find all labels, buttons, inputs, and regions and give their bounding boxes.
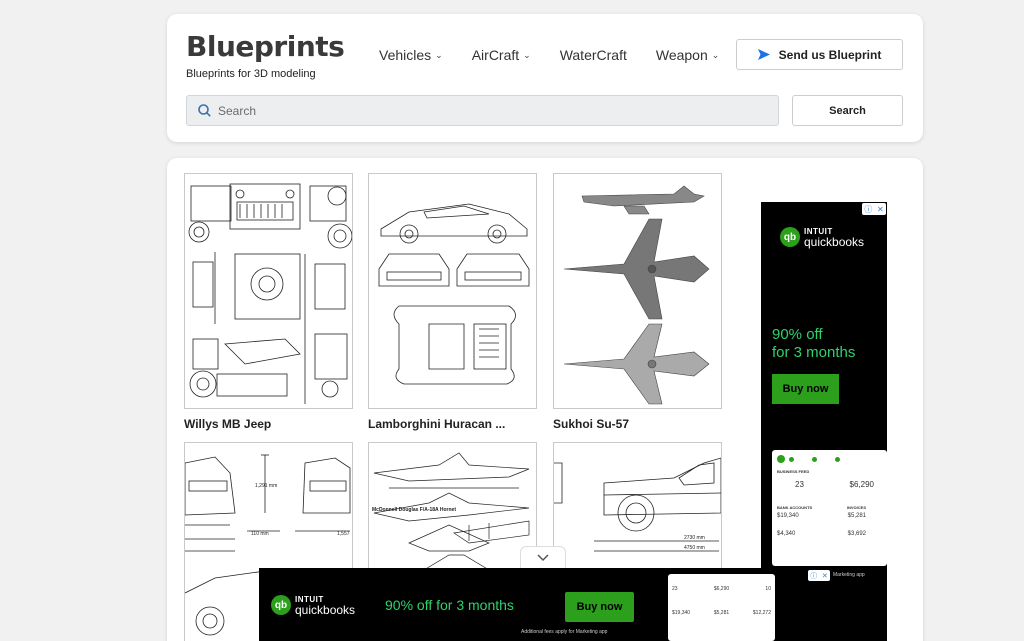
- quickbooks-logo-icon: qb: [780, 227, 800, 247]
- chevron-down-icon: ⌄: [523, 49, 531, 60]
- site-title[interactable]: Blueprints: [186, 30, 345, 64]
- tab-dot: [789, 457, 794, 462]
- ad-offer-text: 90% off for 3 months: [772, 326, 855, 362]
- info-icon: ⓘ: [810, 572, 818, 580]
- close-icon: ✕: [876, 204, 884, 214]
- tab-dot: [835, 457, 840, 462]
- bottom-advertisement[interactable]: ⓘ ✕ qb INTUIT quickbooks 90% off for 3 mo…: [259, 568, 831, 641]
- search-button[interactable]: Search: [792, 95, 903, 126]
- dashboard-count: 23: [795, 480, 804, 489]
- ad-offer-line2: for 3 months: [772, 344, 856, 361]
- drawing-title: McDonnell Douglas F/A-18A Hornet: [372, 507, 456, 513]
- qb-mark: qb: [274, 599, 288, 611]
- bank-value: $4,340: [777, 531, 796, 537]
- dimension-label: 2730 mm: [684, 535, 705, 541]
- ad-offer-text: 90% off for 3 months: [385, 597, 514, 613]
- dimension-label: 4750 mm: [684, 545, 705, 551]
- nav-vehicles[interactable]: Vehicles ⌄: [379, 46, 443, 64]
- dimension-label: 110 mm: [251, 531, 269, 537]
- dimension-label: 1,557: [337, 531, 350, 537]
- site-subtitle: Blueprints for 3D modeling: [186, 68, 316, 80]
- nav-aircraft-label: AirCraft: [471, 47, 520, 63]
- search-icon: [198, 104, 211, 117]
- nav-watercraft[interactable]: WaterCraft: [560, 46, 627, 64]
- chevron-down-icon: ⌄: [435, 49, 443, 60]
- search-input[interactable]: [218, 103, 758, 118]
- dashboard-value: 10: [765, 586, 771, 592]
- qb-mark: qb: [783, 231, 797, 243]
- ad-dashboard-preview: 23 $6,290 10 $19,340 $5,281 $12,272: [668, 574, 775, 641]
- dashboard-value: 23: [672, 586, 678, 592]
- ad-choices-badge[interactable]: ⓘ ✕: [862, 203, 886, 215]
- ad-offer-line1: 90% off: [772, 326, 823, 343]
- quickbooks-logo-icon: [777, 455, 785, 463]
- blueprint-title[interactable]: Sukhoi Su-57: [553, 417, 629, 431]
- main-nav: Vehicles ⌄ AirCraft ⌄ WaterCraft Weapon …: [379, 46, 748, 64]
- tab-dot: [812, 457, 817, 462]
- send-icon: [757, 49, 770, 60]
- nav-weapon[interactable]: Weapon ⌄: [656, 46, 719, 64]
- buy-now-button[interactable]: Buy now: [772, 374, 839, 404]
- dashboard-value: $12,272: [752, 610, 771, 616]
- quickbooks-logo: qb INTUIT quickbooks: [271, 595, 356, 617]
- lamborghini-drawing: [378, 203, 530, 385]
- nav-aircraft[interactable]: AirCraft ⌄: [472, 46, 531, 64]
- blueprint-title[interactable]: Lamborghini Huracan ...: [368, 417, 505, 431]
- nav-weapon-label: Weapon: [655, 47, 708, 63]
- buy-now-button[interactable]: Buy now: [565, 592, 634, 622]
- blueprint-title[interactable]: Willys MB Jeep: [184, 417, 271, 431]
- jeep-drawing: [188, 183, 352, 404]
- bank-accounts-label: BANK ACCOUNTS: [777, 505, 813, 510]
- search-bar: [186, 95, 779, 126]
- dimension-label: 1,291 mm: [255, 483, 277, 489]
- header-card: Blueprints Blueprints for 3D modeling Ve…: [167, 14, 923, 142]
- chevron-down-icon: ⌄: [711, 49, 720, 60]
- nav-vehicles-label: Vehicles: [379, 47, 432, 63]
- blueprint-thumbnail-su57[interactable]: [553, 173, 722, 409]
- invoice-value: $3,692: [847, 531, 866, 537]
- ad-footer-note: Marketing app: [833, 572, 865, 578]
- send-blueprint-label: Send us Blueprint: [778, 47, 882, 62]
- send-blueprint-button[interactable]: Send us Blueprint: [736, 39, 903, 70]
- close-icon: ✕: [821, 572, 828, 580]
- quickbooks-wordmark: quickbooks: [804, 235, 865, 249]
- bank-value: $19,340: [777, 513, 799, 519]
- blueprint-thumbnail-jeep[interactable]: [184, 173, 353, 409]
- invoices-label: INVOICES: [846, 505, 866, 510]
- ad-footnote: Additional fees apply for Marketing app: [521, 629, 608, 635]
- quickbooks-logo-icon: qb: [271, 595, 291, 615]
- blueprint-thumbnail-lamborghini[interactable]: [368, 173, 537, 409]
- brand[interactable]: Blueprints Blueprints for 3D modeling: [186, 30, 345, 80]
- chevron-down-icon: [537, 554, 549, 562]
- su57-drawing: [563, 185, 710, 405]
- quickbooks-wordmark: quickbooks: [295, 603, 356, 617]
- dashboard-value: $5,281: [713, 610, 730, 616]
- dashboard-value: $6,290: [713, 586, 730, 592]
- nav-watercraft-label: WaterCraft: [559, 47, 627, 63]
- ad-dashboard-preview: BUSINESS FEED 23 $6,290 BANK ACCOUNTS IN…: [772, 450, 887, 566]
- dashboard-value: $19,340: [672, 610, 691, 616]
- ad-choices-badge[interactable]: ⓘ ✕: [808, 570, 830, 581]
- quickbooks-logo: qb INTUIT quickbooks: [780, 227, 865, 249]
- info-icon: ⓘ: [864, 204, 873, 214]
- collapse-ad-button[interactable]: [520, 546, 566, 569]
- invoice-value: $5,281: [847, 513, 866, 519]
- dashboard-header: BUSINESS FEED: [777, 469, 810, 474]
- dashboard-amount: $6,290: [849, 480, 874, 489]
